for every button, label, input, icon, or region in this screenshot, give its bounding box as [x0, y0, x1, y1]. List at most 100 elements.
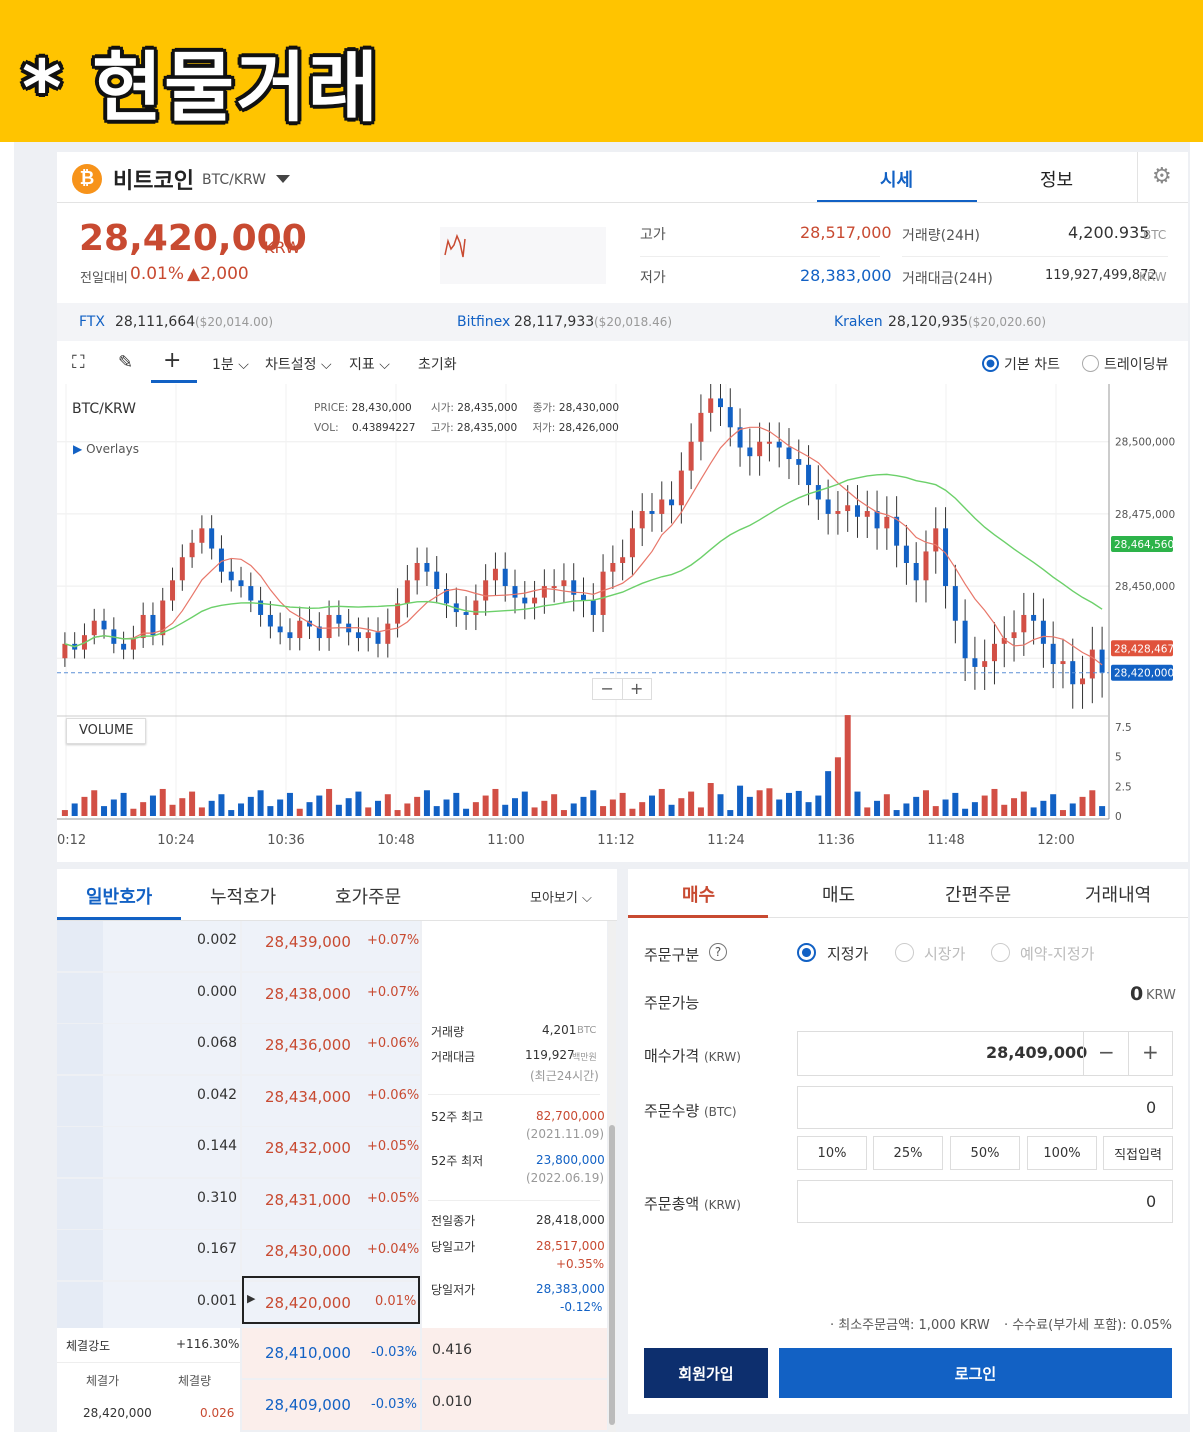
- ask-price[interactable]: 28,431,000: [265, 1191, 351, 1209]
- zoom-out-button[interactable]: −: [593, 679, 622, 699]
- ask-price[interactable]: 28,439,000: [265, 933, 351, 951]
- pct-button[interactable]: 50%: [950, 1136, 1020, 1170]
- view-select[interactable]: 모아보기 ⌵: [530, 887, 592, 906]
- volume-bar: [453, 792, 460, 816]
- bid-qty: 0.416: [432, 1342, 473, 1358]
- pct-button[interactable]: 100%: [1027, 1136, 1097, 1170]
- tab-buy[interactable]: 매수: [682, 881, 715, 907]
- candle: [404, 580, 410, 604]
- tab-cumulative[interactable]: 누적호가: [210, 883, 276, 909]
- price-chart[interactable]: 28,500,000 28,475,000 28,450,000 28,464,560…: [57, 384, 1188, 854]
- volume-bar: [580, 796, 587, 816]
- price-plus-button[interactable]: +: [1142, 1040, 1159, 1064]
- ask-pct: +0.05%: [367, 1190, 420, 1206]
- candle: [532, 597, 538, 604]
- volume-bar: [149, 795, 156, 816]
- price-unit: KRW: [264, 238, 301, 257]
- exec-price-label: 체결가: [86, 1374, 120, 1388]
- divider: [1083, 1031, 1084, 1076]
- volume-bar: [874, 800, 881, 816]
- interval-select[interactable]: 1분 ⌵: [212, 354, 249, 374]
- candle: [972, 658, 978, 667]
- candle: [199, 528, 205, 543]
- ask-price[interactable]: 28,438,000: [265, 985, 351, 1003]
- volume-bar: [971, 802, 978, 816]
- pct-button[interactable]: 10%: [797, 1136, 867, 1170]
- ask-price[interactable]: 28,436,000: [265, 1036, 351, 1054]
- reserve-radio[interactable]: [991, 943, 1010, 962]
- bid-price[interactable]: 28,409,000: [265, 1396, 351, 1414]
- ask-price[interactable]: 28,430,000: [265, 1242, 351, 1260]
- amount-label: 거래대금(24H): [902, 271, 993, 287]
- reset-button[interactable]: 초기화: [418, 354, 457, 374]
- ask-row-left: [57, 1281, 103, 1332]
- fullscreen-icon[interactable]: ⛶: [72, 352, 85, 373]
- x-tick-label: 0:12: [57, 833, 86, 848]
- mini-sparkline: [440, 227, 606, 284]
- help-icon[interactable]: ?: [709, 943, 727, 961]
- tab-history[interactable]: 거래내역: [1085, 881, 1151, 907]
- volume-bar: [893, 810, 900, 816]
- volume-bar: [101, 806, 108, 816]
- volume-bar: [247, 796, 254, 816]
- market-radio[interactable]: [895, 943, 914, 962]
- divider: [57, 202, 1188, 203]
- candle: [287, 632, 293, 639]
- tradingview-radio[interactable]: [1082, 355, 1099, 372]
- ask-row-left: [57, 1178, 103, 1229]
- bid-price[interactable]: 28,410,000: [265, 1344, 351, 1362]
- tab-sell[interactable]: 매도: [822, 881, 855, 907]
- tab-order[interactable]: 호가주문: [335, 883, 401, 909]
- pct-button[interactable]: 직접입력: [1103, 1136, 1173, 1170]
- volume-bar: [414, 796, 421, 816]
- pct-button[interactable]: 25%: [873, 1136, 943, 1170]
- tab-info[interactable]: 정보: [1040, 166, 1073, 192]
- volume-bar: [913, 796, 920, 816]
- pencil-icon[interactable]: ✎: [118, 352, 133, 373]
- tab-quote[interactable]: 시세: [880, 166, 913, 192]
- coin-name: 비트코인: [113, 169, 194, 194]
- volume-bar: [404, 803, 411, 816]
- strength-value: +116.30%: [176, 1337, 240, 1351]
- tab-general[interactable]: 일반호가: [86, 883, 152, 909]
- candle: [835, 511, 841, 514]
- crosshair-icon[interactable]: +: [163, 348, 181, 373]
- ask-row-left: [57, 921, 103, 971]
- pair-label: BTC/KRW: [202, 172, 267, 188]
- tab-simple[interactable]: 간편주문: [945, 881, 1011, 907]
- volume-bar: [932, 806, 939, 816]
- limit-radio[interactable]: [797, 943, 816, 962]
- basic-chart-radio[interactable]: [982, 355, 999, 372]
- candle: [943, 528, 949, 587]
- qty-input[interactable]: [797, 1086, 1173, 1129]
- candle: [952, 586, 958, 621]
- candle: [1089, 649, 1095, 679]
- indicator-select[interactable]: 지표 ⌵: [349, 354, 390, 374]
- candle: [757, 441, 763, 457]
- candle: [698, 412, 704, 442]
- signup-button[interactable]: 회원가입: [644, 1348, 768, 1398]
- pair-dropdown-icon[interactable]: [276, 175, 290, 183]
- price-minus-button[interactable]: −: [1098, 1040, 1115, 1064]
- volume-bar: [825, 771, 832, 816]
- candle: [512, 586, 518, 598]
- exec-qty-label: 체결량: [178, 1374, 212, 1388]
- candle: [776, 441, 782, 448]
- zoom-in-button[interactable]: +: [621, 679, 652, 699]
- x-tick-label: 10:36: [267, 833, 304, 848]
- chart-symbol: BTC/KRW: [72, 401, 137, 417]
- ask-price[interactable]: 28,434,000: [265, 1088, 351, 1106]
- overlays-toggle[interactable]: ▶ Overlays: [73, 442, 139, 456]
- volume-bar: [71, 803, 78, 816]
- chart-settings[interactable]: 차트설정 ⌵: [265, 354, 332, 374]
- limit-label: 지정가: [827, 945, 869, 963]
- total-label: 주문총액 (KRW): [644, 1195, 741, 1213]
- total-input[interactable]: [797, 1180, 1173, 1223]
- scrollbar-thumb[interactable]: [609, 1125, 615, 1425]
- candle: [414, 562, 420, 581]
- volume-bar: [179, 798, 186, 816]
- login-button[interactable]: 로그인: [779, 1348, 1172, 1398]
- ask-price[interactable]: 28,432,000: [265, 1139, 351, 1157]
- gear-icon[interactable]: ⚙: [1152, 164, 1172, 189]
- price-input[interactable]: 28,409,000: [986, 1043, 1087, 1062]
